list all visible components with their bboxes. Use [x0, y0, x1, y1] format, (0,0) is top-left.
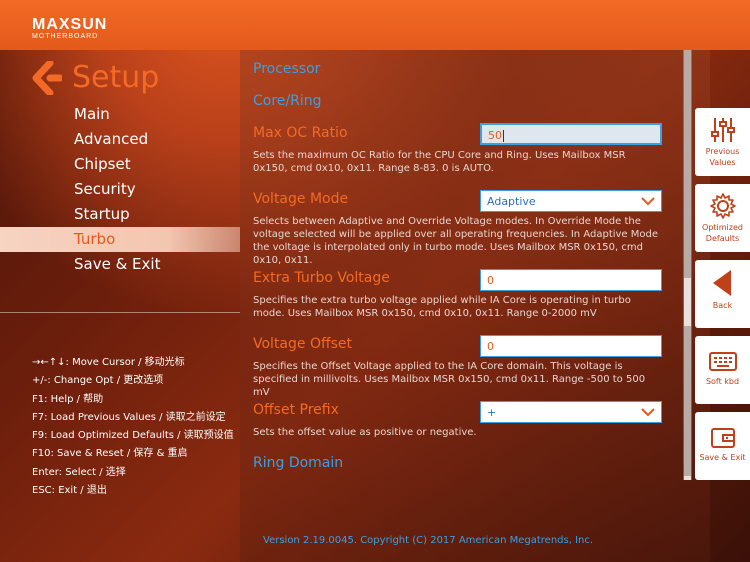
scroll-thumb[interactable] — [684, 50, 691, 278]
menu-item-security[interactable]: Security — [0, 177, 240, 202]
maxsun-logo: MAXSUN MOTHERBOARD — [32, 17, 107, 41]
offset-prefix-select[interactable]: + — [480, 401, 662, 423]
extra-turbo-voltage-value: 0 — [487, 274, 494, 287]
logo-sub: MOTHERBOARD — [32, 33, 99, 40]
optimized-defaults-button[interactable]: Optimized Defaults — [695, 184, 750, 252]
max-oc-ratio-value: 50 — [488, 129, 502, 142]
help-line: F10: Save & Reset / 保存 & 重启 — [32, 448, 188, 460]
soft-keyboard-label: Soft kbd — [705, 377, 740, 386]
save-exit-label: Save & Exit — [699, 453, 746, 462]
offset-prefix-desc: Sets the offset value as positive or neg… — [253, 427, 477, 438]
ring-domain-link[interactable]: Ring Domain — [253, 455, 343, 471]
chevron-down-icon — [641, 408, 655, 417]
previous-values-button[interactable]: Previous Values — [695, 108, 750, 176]
extra-turbo-voltage-desc: Specifies the extra turbo voltage applie… — [253, 295, 631, 319]
help-line: F7: Load Previous Values / 读取之前设定 — [32, 411, 226, 423]
gear-icon — [709, 193, 736, 219]
keyboard-icon — [708, 352, 737, 371]
bios-screen: MAXSUN MOTHERBOARD Setup Main Advanced C… — [0, 0, 750, 562]
back-label: Back — [712, 301, 733, 310]
soft-keyboard-button[interactable]: Soft kbd — [695, 336, 750, 404]
wallet-icon — [710, 428, 735, 448]
menu-item-turbo[interactable]: Turbo — [0, 227, 240, 252]
help-line: F1: Help / 帮助 — [32, 393, 104, 405]
extra-turbo-voltage-label: Extra Turbo Voltage — [253, 270, 390, 286]
logo-brand: MAXSUN — [32, 16, 108, 33]
voltage-mode-select[interactable]: Adaptive — [480, 190, 662, 212]
voltage-mode-value: Adaptive — [487, 195, 536, 208]
optimized-defaults-label: Optimized Defaults — [702, 223, 743, 243]
voltage-offset-value: 0 — [487, 340, 494, 353]
voltage-offset-input[interactable]: 0 — [480, 335, 662, 357]
menu-item-startup[interactable]: Startup — [0, 202, 240, 227]
core-ring-link[interactable]: Core/Ring — [253, 93, 322, 109]
text-cursor — [503, 130, 504, 142]
chevron-down-icon — [641, 197, 655, 206]
sliders-icon — [710, 118, 735, 142]
top-bar — [0, 0, 750, 50]
voltage-mode-label: Voltage Mode — [253, 191, 349, 207]
max-oc-ratio-label: Max OC Ratio — [253, 125, 348, 141]
settings-content: Processor Core/Ring Max OC Ratio 50 Sets… — [240, 50, 680, 562]
processor-link[interactable]: Processor — [253, 61, 320, 77]
scroll-thumb-lower — [684, 326, 691, 476]
offset-prefix-value: + — [487, 406, 497, 419]
menu-item-chipset[interactable]: Chipset — [0, 152, 240, 177]
save-exit-button[interactable]: Save & Exit — [695, 412, 750, 480]
help-line: →←↑↓: Move Cursor / 移动光标 — [32, 357, 185, 368]
help-keys: →←↑↓: Move Cursor / 移动光标 +/-: Change Opt… — [32, 354, 234, 500]
help-line: +/-: Change Opt / 更改选项 — [32, 375, 164, 387]
help-line: ESC: Exit / 退出 — [32, 485, 107, 497]
setup-header: Setup — [32, 60, 159, 95]
max-oc-ratio-input[interactable]: 50 — [480, 123, 662, 145]
left-panel: Setup Main Advanced Chipset Security Sta… — [0, 50, 240, 562]
voltage-mode-desc: Selects between Adaptive and Override Vo… — [253, 216, 659, 266]
main-menu: Main Advanced Chipset Security Startup T… — [0, 102, 240, 277]
back-button[interactable]: Back — [695, 260, 750, 328]
version-footer: Version 2.19.0045. Copyright (C) 2017 Am… — [263, 535, 594, 546]
max-oc-ratio-desc: Sets the maximum OC Ratio for the CPU Co… — [253, 150, 626, 174]
back-arrow-icon[interactable] — [32, 60, 62, 95]
help-line: F9: Load Optimized Defaults / 读取预设值 — [32, 430, 234, 442]
menu-item-advanced[interactable]: Advanced — [0, 127, 240, 152]
extra-turbo-voltage-input[interactable]: 0 — [480, 269, 662, 291]
menu-item-save-exit[interactable]: Save & Exit — [0, 252, 240, 277]
offset-prefix-label: Offset Prefix — [253, 402, 339, 418]
menu-item-main[interactable]: Main — [0, 102, 240, 127]
scrollbar[interactable] — [683, 50, 692, 480]
voltage-offset-label: Voltage Offset — [253, 336, 353, 352]
help-line: Enter: Select / 选择 — [32, 466, 126, 478]
voltage-offset-desc: Specifies the Offset Voltage applied to … — [253, 361, 646, 398]
previous-values-label: Previous Values — [705, 147, 740, 167]
setup-title: Setup — [72, 60, 160, 95]
back-triangle-icon — [712, 270, 731, 296]
